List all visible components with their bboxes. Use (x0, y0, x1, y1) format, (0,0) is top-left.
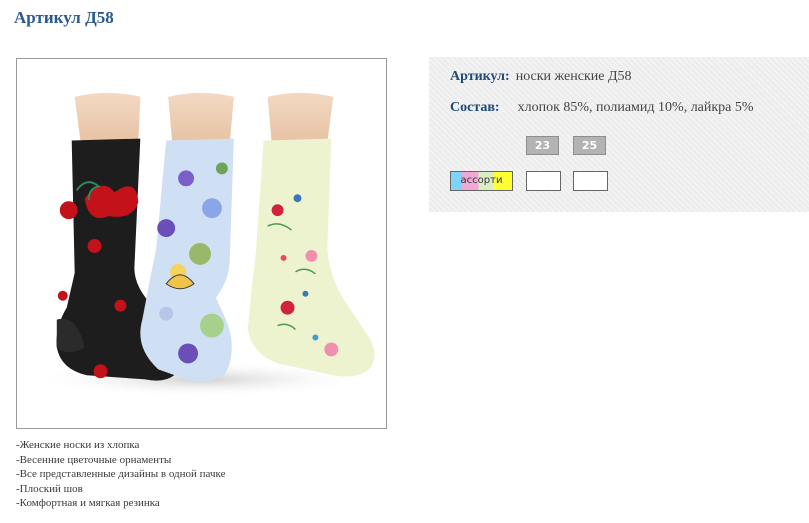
feature-item: -Все представленные дизайны в одной пачк… (16, 468, 226, 480)
article-label: Артикул: (450, 69, 510, 84)
color-swatch-assorted[interactable]: ассорти (450, 171, 513, 191)
size-option-23[interactable]: 23 (526, 136, 559, 155)
leg-3 (267, 92, 334, 143)
article-value: носки женские Д58 (515, 69, 632, 84)
size-option-25[interactable]: 25 (573, 136, 606, 155)
leg-1 (74, 92, 141, 143)
feature-item: -Весенние цветочные орнаменты (16, 453, 172, 466)
socks-illustration (31, 92, 375, 398)
composition-value: хлопок 85%, полиамид 10%, лайкра 5% (517, 100, 754, 115)
feature-list: -Женские носки из хлопка -Весенние цвето… (16, 438, 225, 511)
color-swatch-empty[interactable] (526, 171, 561, 191)
product-info-panel: Артикул: носки женские Д58 Состав: хлопок … (429, 57, 809, 212)
color-swatch-empty[interactable] (573, 171, 608, 191)
composition-row: Состав: хлопок 85%, полиамид 10%, лайкра … (450, 100, 754, 116)
product-photo[interactable] (16, 58, 387, 429)
page-title: Артикул Д58 (14, 8, 114, 27)
feature-item: -Комфортная и мягкая резинка (16, 497, 160, 509)
composition-label: Состав: (450, 100, 500, 115)
article-row: Артикул: носки женские Д58 (450, 69, 632, 85)
feature-item: -Плоский шов (16, 482, 83, 495)
leg-2 (168, 92, 234, 143)
feature-item: -Женские носки из хлопка (16, 439, 140, 451)
